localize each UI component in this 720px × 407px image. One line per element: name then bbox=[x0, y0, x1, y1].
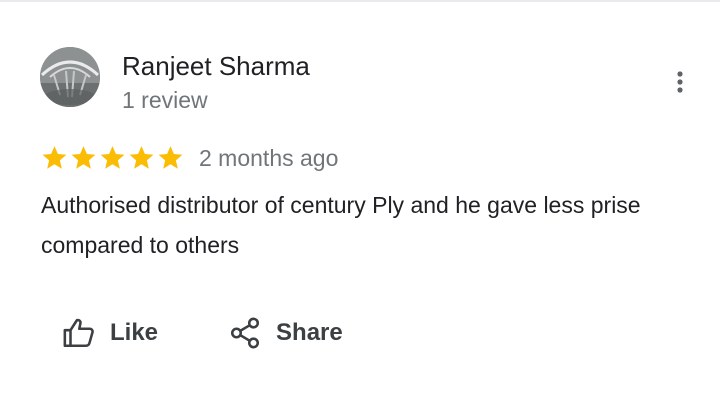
review-text: Authorised distributor of century Ply an… bbox=[41, 192, 641, 258]
more-options-button[interactable] bbox=[668, 68, 692, 96]
review-date: 2 months ago bbox=[199, 145, 339, 171]
star-rating bbox=[40, 144, 185, 172]
more-vert-icon bbox=[677, 71, 683, 93]
review-actions: Like Share bbox=[62, 314, 343, 352]
review-card: Ranjeet Sharma 1 review 2 months ago Aut… bbox=[0, 2, 720, 407]
star-icon bbox=[69, 144, 98, 172]
star-icon bbox=[127, 144, 156, 172]
share-button[interactable]: Share bbox=[228, 314, 343, 352]
star-icon bbox=[40, 144, 69, 172]
thumb-up-icon bbox=[62, 316, 96, 350]
author-name[interactable]: Ranjeet Sharma bbox=[122, 51, 310, 81]
avatar[interactable] bbox=[40, 47, 100, 107]
avatar-photo bbox=[40, 47, 100, 107]
like-button[interactable]: Like bbox=[62, 314, 158, 352]
star-icon bbox=[156, 144, 185, 172]
like-label: Like bbox=[110, 319, 159, 346]
rating-row: 2 months ago bbox=[40, 142, 338, 174]
share-label: Share bbox=[276, 319, 343, 346]
star-icon bbox=[98, 144, 127, 172]
review-count: 1 review bbox=[122, 87, 208, 113]
share-icon bbox=[228, 316, 262, 350]
